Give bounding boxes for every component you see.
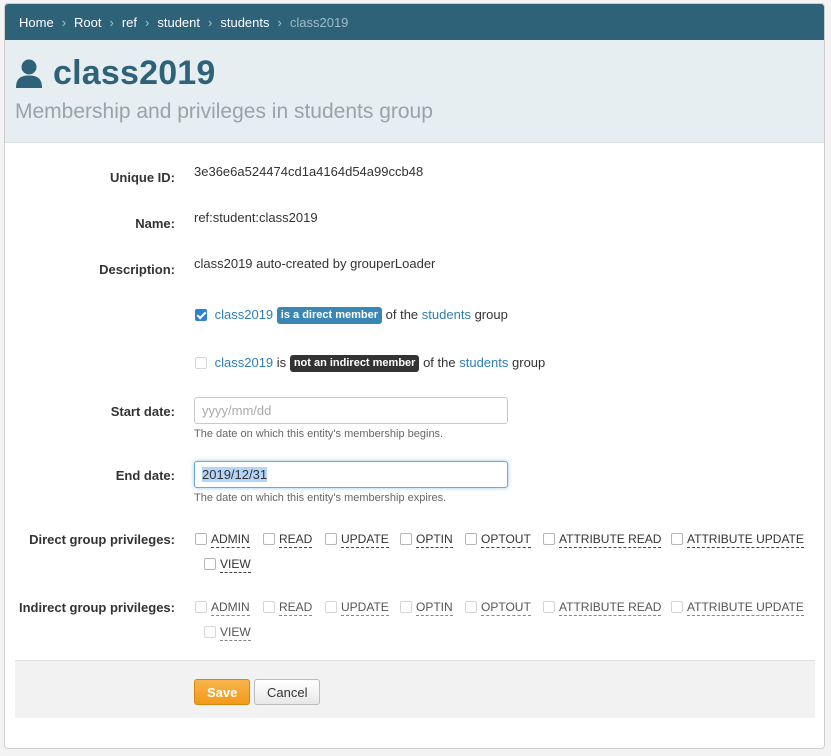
priv-label: ADMIN [211, 532, 250, 548]
user-icon [15, 59, 43, 89]
optout-checkbox[interactable] [465, 533, 477, 545]
name-value: ref:student:class2019 [194, 210, 318, 225]
optout-checkbox [465, 601, 477, 613]
indirect-priv-attribute-read: ATTRIBUTE READ [543, 600, 662, 616]
priv-label: ATTRIBUTE UPDATE [687, 532, 804, 548]
direct-priv-attribute-update[interactable]: ATTRIBUTE UPDATE [671, 532, 804, 548]
indirect-priv-read: READ [263, 600, 313, 616]
priv-label: ADMIN [211, 600, 250, 616]
breadcrumb: Home › Root › ref › student › students ›… [5, 4, 824, 40]
breadcrumb-current: class2019 [289, 14, 349, 30]
start-date-input[interactable]: yyyy/mm/dd [194, 397, 508, 424]
of-the-text: of the [385, 307, 419, 322]
read-checkbox [263, 601, 275, 613]
is-text: is [276, 355, 287, 370]
breadcrumb-home[interactable]: Home [19, 15, 54, 30]
breadcrumb-root[interactable]: Root [74, 15, 101, 30]
priv-label: UPDATE [341, 600, 389, 616]
priv-label: OPTOUT [481, 600, 531, 616]
title-row: class2019 [15, 54, 216, 93]
priv-label: ATTRIBUTE READ [559, 600, 662, 616]
direct-priv-attribute-read[interactable]: ATTRIBUTE READ [543, 532, 662, 548]
page-subtitle: Membership and privileges in students gr… [15, 100, 433, 123]
view-checkbox[interactable] [204, 558, 216, 570]
direct-privileges-label: Direct group privileges: [29, 532, 175, 547]
admin-checkbox [195, 601, 207, 613]
priv-label: READ [279, 600, 313, 616]
indirect-priv-view: VIEW [204, 625, 251, 641]
update-checkbox [325, 601, 337, 613]
indirect-priv-optout: OPTOUT [465, 600, 531, 616]
indirect-member-checkbox [195, 357, 207, 369]
group-link[interactable]: students [422, 307, 471, 322]
end-date-label: End date: [115, 468, 175, 483]
indirect-priv-admin: ADMIN [195, 600, 250, 616]
end-date-help: The date on which this entity's membersh… [194, 492, 447, 504]
priv-label: VIEW [220, 625, 251, 641]
indirect-priv-optin: OPTIN [400, 600, 453, 616]
priv-label: VIEW [220, 557, 251, 573]
priv-label: OPTOUT [481, 532, 531, 548]
breadcrumb-students[interactable]: students [220, 15, 269, 30]
attribute-read-checkbox [543, 601, 555, 613]
save-button[interactable]: Save [194, 679, 250, 705]
breadcrumb-separator: › [277, 14, 282, 30]
priv-label: OPTIN [416, 600, 453, 616]
name-label: Name: [135, 216, 175, 231]
direct-priv-read[interactable]: READ [263, 532, 313, 548]
entity-link[interactable]: class2019 [215, 307, 274, 322]
breadcrumb-separator: › [145, 14, 150, 30]
priv-label: READ [279, 532, 313, 548]
breadcrumb-separator: › [61, 14, 67, 30]
page-header: class2019 Membership and privileges in s… [5, 40, 824, 143]
direct-priv-update[interactable]: UPDATE [325, 532, 389, 548]
unique-id-value: 3e36e6a524474cd1a4164d54a99ccb48 [194, 164, 424, 179]
direct-priv-view[interactable]: VIEW [204, 557, 251, 573]
breadcrumb-ref[interactable]: ref [122, 15, 137, 30]
admin-checkbox[interactable] [195, 533, 207, 545]
optin-checkbox [400, 601, 412, 613]
breadcrumb-separator: › [109, 14, 114, 30]
page-title: class2019 [53, 54, 216, 92]
indirect-priv-update: UPDATE [325, 600, 389, 616]
entity-link[interactable]: class2019 [215, 355, 274, 370]
end-date-selected-text: 2019/12/31 [202, 467, 268, 482]
group-suffix-text: group [474, 307, 508, 322]
start-date-label: Start date: [110, 404, 175, 419]
unique-id-label: Unique ID: [110, 170, 175, 185]
description-value: class2019 auto-created by grouperLoader [194, 256, 436, 271]
indirect-member-badge: not an indirect member [289, 355, 420, 372]
direct-priv-optin[interactable]: OPTIN [400, 532, 453, 548]
group-link[interactable]: students [459, 355, 508, 370]
direct-priv-admin[interactable]: ADMIN [195, 532, 250, 548]
direct-priv-optout[interactable]: OPTOUT [465, 532, 531, 548]
of-the-text: of the [423, 355, 456, 370]
read-checkbox[interactable] [263, 533, 275, 545]
attribute-update-checkbox [671, 601, 683, 613]
direct-member-badge: is a direct member [276, 307, 383, 324]
cancel-button[interactable]: Cancel [254, 679, 320, 705]
priv-label: UPDATE [341, 532, 389, 548]
optin-checkbox[interactable] [400, 533, 412, 545]
start-date-help: The date on which this entity's membersh… [194, 428, 444, 440]
membership-panel: Home › Root › ref › student › students ›… [4, 3, 825, 749]
priv-label: OPTIN [416, 532, 453, 548]
end-date-input[interactable]: 2019/12/31 [194, 461, 508, 488]
form-actions: Save Cancel [15, 660, 815, 718]
attribute-update-checkbox[interactable] [671, 533, 683, 545]
priv-label: ATTRIBUTE UPDATE [687, 600, 804, 616]
view-checkbox [204, 626, 216, 638]
group-suffix-text: group [512, 355, 546, 370]
indirect-priv-attribute-update: ATTRIBUTE UPDATE [671, 600, 804, 616]
indirect-privileges-label: Indirect group privileges: [18, 600, 175, 615]
update-checkbox[interactable] [325, 533, 337, 545]
attribute-read-checkbox[interactable] [543, 533, 555, 545]
breadcrumb-student[interactable]: student [157, 15, 200, 30]
breadcrumb-separator: › [208, 14, 213, 30]
description-label: Description: [99, 262, 175, 277]
indirect-membership: class2019 is not an indirect member of t… [195, 355, 545, 372]
direct-member-checkbox[interactable] [195, 309, 207, 321]
priv-label: ATTRIBUTE READ [559, 532, 662, 548]
direct-membership: class2019 is a direct member of the stud… [195, 307, 508, 324]
